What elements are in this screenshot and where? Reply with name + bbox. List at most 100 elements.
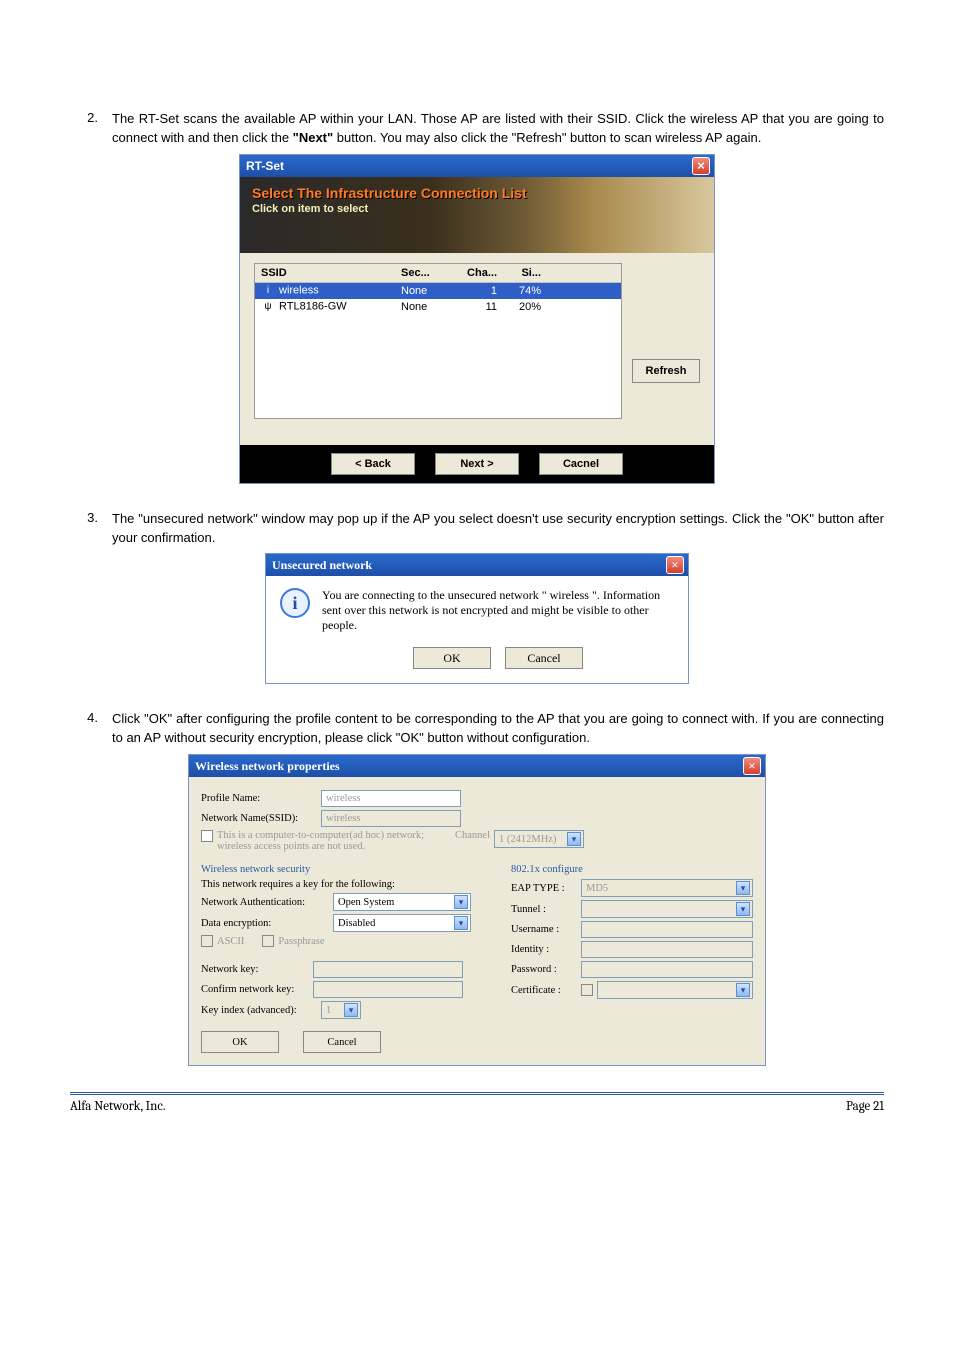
ap-row-wireless[interactable]: iwireless None 1 74% — [255, 283, 621, 299]
step-4-text: Click "OK" after configuring the profile… — [112, 710, 884, 748]
step-2-text-b: button. You may also click the "Refresh"… — [333, 130, 761, 145]
close-icon[interactable]: × — [692, 157, 710, 175]
ap-sec: None — [401, 285, 453, 297]
enc-row: Data encryption: Disabled▾ — [201, 914, 491, 932]
cancel-button[interactable]: Cacnel — [539, 453, 623, 475]
unsecured-buttons: OK Cancel — [322, 647, 674, 669]
rtset-title: RT-Set — [246, 159, 284, 173]
auth-row: Network Authentication: Open System▾ — [201, 893, 491, 911]
ap-list-header: SSID Sec... Cha... Si... — [255, 264, 621, 283]
ap-ssid-text: RTL8186-GW — [279, 300, 347, 312]
cancel-button[interactable]: Cancel — [505, 647, 583, 669]
chevron-down-icon: ▾ — [454, 895, 468, 909]
confkey-row: Confirm network key: — [201, 981, 491, 998]
profile-name-label: Profile Name: — [201, 793, 321, 804]
user-input[interactable] — [581, 921, 753, 938]
ssid-row: Network Name(SSID): wireless — [201, 810, 753, 827]
security-column: Wireless network security This network r… — [201, 858, 491, 1053]
rtset-banner-title: Select The Infrastructure Connection Lis… — [252, 185, 702, 201]
ap-ssid: ψRTL8186-GW — [261, 300, 401, 314]
cert-checkbox[interactable] — [581, 984, 593, 996]
props-columns: Wireless network security This network r… — [201, 858, 753, 1053]
channel-select[interactable]: 1 (2412MHz) ▾ — [494, 830, 584, 848]
ap-sig: 74% — [497, 285, 541, 297]
ap-list: SSID Sec... Cha... Si... iwireless None … — [254, 263, 622, 419]
ascii-label: ASCII — [217, 936, 244, 947]
col-sec[interactable]: Sec... — [401, 267, 453, 279]
step-3: 3. The "unsecured network" window may po… — [70, 510, 884, 548]
props-title: Wireless network properties — [195, 759, 340, 774]
ssid-input[interactable]: wireless — [321, 810, 461, 827]
enc-label: Data encryption: — [201, 918, 333, 929]
ap-sec: None — [401, 301, 453, 313]
step-2-bold: "Next" — [293, 130, 334, 145]
document-page: 2. The RT-Set scans the available AP wit… — [0, 0, 954, 1300]
step-2: 2. The RT-Set scans the available AP wit… — [70, 110, 884, 148]
close-icon[interactable]: × — [743, 757, 761, 775]
col-ssid[interactable]: SSID — [261, 267, 401, 279]
chevron-down-icon: ▾ — [567, 832, 581, 846]
profile-name-input[interactable]: wireless — [321, 790, 461, 807]
tunnel-row: Tunnel : ▾ — [511, 900, 753, 918]
ap-ssid: iwireless — [261, 284, 401, 298]
tunnel-label: Tunnel : — [511, 904, 581, 915]
keyidx-value: 1 — [326, 1005, 331, 1016]
keyidx-select[interactable]: 1▾ — [321, 1001, 361, 1019]
security-header: Wireless network security — [201, 864, 491, 875]
ap-cha: 1 — [453, 285, 497, 297]
adhoc-checkbox[interactable] — [201, 830, 213, 842]
info-icon: i — [280, 588, 310, 618]
step-4-number: 4. — [70, 710, 98, 748]
ok-button[interactable]: OK — [201, 1031, 279, 1053]
eap-row: EAP TYPE : MD5▾ — [511, 879, 753, 897]
auth-select[interactable]: Open System▾ — [333, 893, 471, 911]
adhoc-row: This is a computer-to-computer(ad hoc) n… — [201, 830, 753, 852]
close-icon[interactable]: × — [666, 556, 684, 574]
next-button[interactable]: Next > — [435, 453, 519, 475]
channel-label: Channel — [455, 830, 490, 841]
ap-sig: 20% — [497, 301, 541, 313]
passphrase-checkbox[interactable] — [262, 935, 274, 947]
confkey-input[interactable] — [313, 981, 463, 998]
ap-row-rtl[interactable]: ψRTL8186-GW None 11 20% — [255, 299, 621, 315]
rtset-banner: Select The Infrastructure Connection Lis… — [240, 177, 714, 253]
eap-select[interactable]: MD5▾ — [581, 879, 753, 897]
netkey-input[interactable] — [313, 961, 463, 978]
footer-left: Alfa Network, Inc. — [70, 1099, 166, 1114]
col-sig[interactable]: Si... — [497, 267, 541, 279]
8021x-column: 802.1x configure EAP TYPE : MD5▾ Tunnel … — [511, 858, 753, 1053]
passw-input[interactable] — [581, 961, 753, 978]
auth-label: Network Authentication: — [201, 897, 333, 908]
footer-right: Page 21 — [846, 1099, 884, 1114]
col-cha[interactable]: Cha... — [453, 267, 497, 279]
cancel-button[interactable]: Cancel — [303, 1031, 381, 1053]
rtset-titlebar: RT-Set × — [240, 155, 714, 177]
eap-label: EAP TYPE : — [511, 883, 581, 894]
security-sub: This network requires a key for the foll… — [201, 879, 491, 890]
unsecured-message: You are connecting to the unsecured netw… — [322, 588, 674, 633]
passw-label: Password : — [511, 964, 581, 975]
confkey-label: Confirm network key: — [201, 984, 313, 995]
tunnel-select[interactable]: ▾ — [581, 900, 753, 918]
8021x-header: 802.1x configure — [511, 864, 753, 875]
cert-select[interactable]: ▾ — [597, 981, 753, 999]
chevron-down-icon: ▾ — [736, 881, 750, 895]
page-footer: Alfa Network, Inc. Page 21 — [70, 1092, 884, 1114]
props-buttons: OK Cancel — [201, 1031, 491, 1053]
keyidx-label: Key index (advanced): — [201, 1005, 321, 1016]
unsecured-message-wrap: You are connecting to the unsecured netw… — [322, 588, 674, 669]
enc-select[interactable]: Disabled▾ — [333, 914, 471, 932]
ok-button[interactable]: OK — [413, 647, 491, 669]
step-2-number: 2. — [70, 110, 98, 148]
user-label: Username : — [511, 924, 581, 935]
step-2-text: The RT-Set scans the available AP within… — [112, 110, 884, 148]
ascii-checkbox[interactable] — [201, 935, 213, 947]
user-row: Username : — [511, 921, 753, 938]
ident-input[interactable] — [581, 941, 753, 958]
step-3-text: The "unsecured network" window may pop u… — [112, 510, 884, 548]
profile-name-row: Profile Name: wireless — [201, 790, 753, 807]
info-icon: i — [261, 284, 275, 298]
back-button[interactable]: < Back — [331, 453, 415, 475]
refresh-button[interactable]: Refresh — [632, 359, 700, 383]
ssid-label: Network Name(SSID): — [201, 813, 321, 824]
